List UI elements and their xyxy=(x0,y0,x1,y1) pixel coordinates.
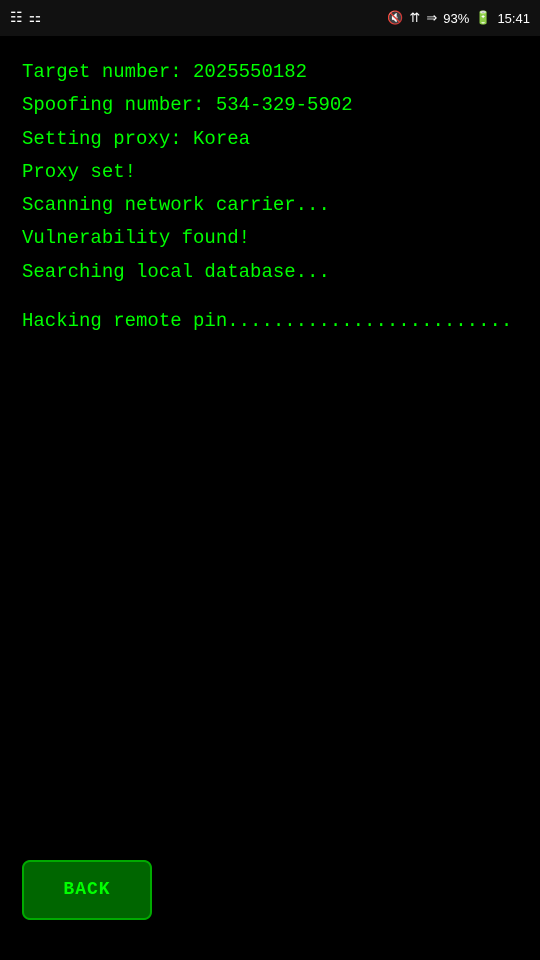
battery-percent: 93% xyxy=(443,11,469,26)
terminal-output: Target number: 2025550182 Spoofing numbe… xyxy=(0,36,540,358)
terminal-line-1: Target number: 2025550182 xyxy=(22,56,518,89)
status-bar-left: ☷ ⚏ xyxy=(10,10,41,27)
terminal-line-7: Searching local database... xyxy=(22,256,518,289)
terminal-line-5: Scanning network carrier... xyxy=(22,189,518,222)
signal-icon: ⇒ xyxy=(426,10,437,26)
status-bar: ☷ ⚏ 🔇 ⇈ ⇒ 93% 🔋 15:41 xyxy=(0,0,540,36)
terminal-line-2: Spoofing number: 534-329-5902 xyxy=(22,89,518,122)
terminal-line-9: Hacking remote pin......................… xyxy=(22,305,518,338)
notification-icon: ☷ xyxy=(10,10,23,27)
terminal-line-6: Vulnerability found! xyxy=(22,222,518,255)
clock: 15:41 xyxy=(497,11,530,26)
wifi-icon: ⇈ xyxy=(409,10,420,26)
battery-icon: 🔋 xyxy=(475,10,491,26)
status-bar-right: 🔇 ⇈ ⇒ 93% 🔋 15:41 xyxy=(387,10,530,26)
image-icon: ⚏ xyxy=(29,10,42,27)
terminal-line-4: Proxy set! xyxy=(22,156,518,189)
terminal-line-3: Setting proxy: Korea xyxy=(22,123,518,156)
mute-icon: 🔇 xyxy=(387,10,403,26)
terminal-spacer xyxy=(22,289,518,305)
back-button-container: BACK xyxy=(22,860,152,920)
back-button[interactable]: BACK xyxy=(22,860,152,920)
